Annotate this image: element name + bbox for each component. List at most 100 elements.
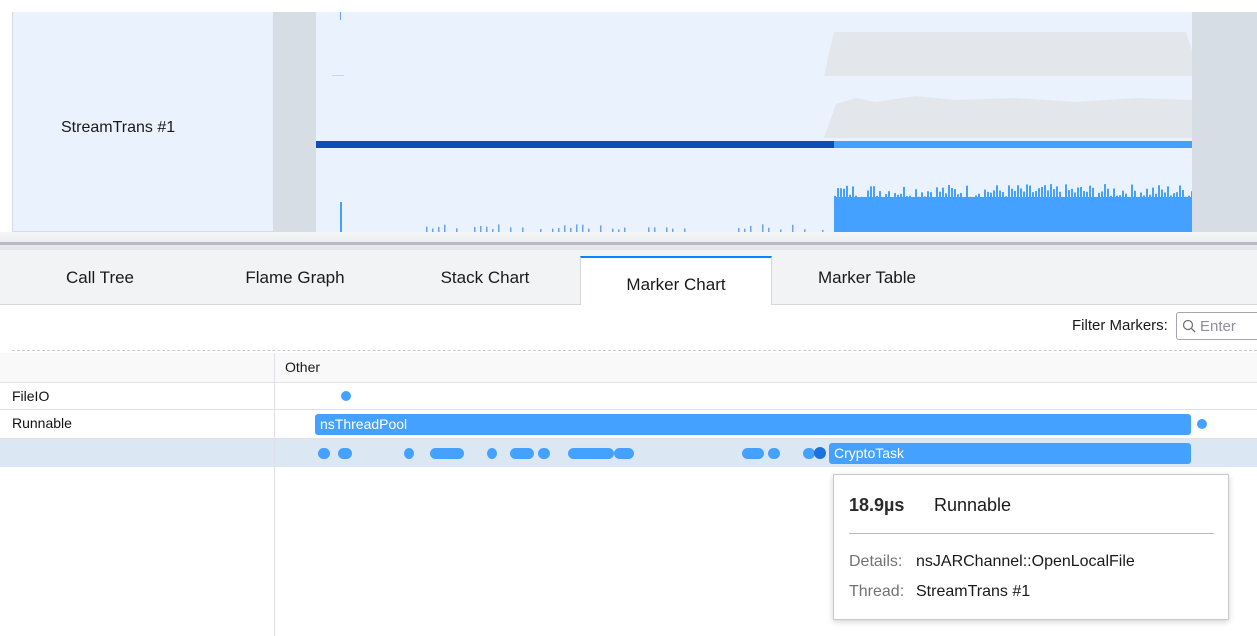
activity-dense-tick xyxy=(855,195,857,199)
tooltip-details-value: nsJARChannel::OpenLocalFile xyxy=(916,553,1135,570)
activity-dense-tick xyxy=(849,194,851,199)
activity-dense-tick xyxy=(1155,193,1157,199)
activity-dense-tick xyxy=(1137,197,1139,199)
track-line-dark xyxy=(316,141,834,148)
activity-noise-tick xyxy=(444,224,446,232)
activity-dense-tick xyxy=(1077,187,1079,199)
activity-dense-tick xyxy=(1173,193,1175,199)
activity-dense-tick xyxy=(861,196,863,199)
marker-tooltip: 18.9µs Runnable Details: nsJARChannel::O… xyxy=(833,474,1229,620)
activity-dense-tick xyxy=(1158,185,1160,199)
activity-dense-tick xyxy=(1092,187,1094,199)
marker-blob xyxy=(430,448,464,459)
track-label[interactable]: StreamTrans #1 xyxy=(61,119,175,137)
activity-dense-tick xyxy=(942,187,944,199)
tab-marker-table[interactable]: Marker Table xyxy=(772,250,962,305)
marker-blob xyxy=(742,448,764,459)
activity-dense-tick xyxy=(1014,191,1016,199)
tooltip-separator xyxy=(849,533,1214,534)
splitter-shadow xyxy=(0,242,1257,245)
activity-dense-tick xyxy=(1146,188,1148,199)
activity-dense-tick xyxy=(837,188,839,199)
activity-graph[interactable] xyxy=(316,12,1192,232)
panel-splitter[interactable] xyxy=(0,232,1257,250)
activity-dense-tick xyxy=(1026,184,1028,199)
activity-dense-tick xyxy=(930,192,932,199)
tab-flame-graph[interactable]: Flame Graph xyxy=(200,250,390,305)
search-icon xyxy=(1182,319,1196,333)
marker-bar-cryptotask xyxy=(829,443,1191,464)
activity-dense-tick xyxy=(1119,195,1121,199)
activity-noise-tick xyxy=(564,225,566,232)
activity-dense-tick xyxy=(834,195,836,199)
thread-track[interactable]: StreamTrans #1 xyxy=(0,0,1257,243)
activity-dense-tick xyxy=(918,196,920,199)
activity-dense-tick xyxy=(909,195,911,199)
activity-dense-tick xyxy=(1110,195,1112,199)
marker-blob xyxy=(614,448,634,459)
activity-dense-tick xyxy=(1086,191,1088,199)
activity-dense-tick xyxy=(852,186,854,199)
activity-noise-tick xyxy=(576,224,578,232)
activity-dense-tick xyxy=(1023,191,1025,199)
tooltip-marker-name: Runnable xyxy=(934,495,1012,515)
activity-dense-tick xyxy=(996,185,998,199)
tab-call-tree[interactable]: Call Tree xyxy=(0,250,200,305)
activity-dense-tick xyxy=(987,191,989,199)
activity-dense-tick xyxy=(894,193,896,199)
track-label-column[interactable]: StreamTrans #1 xyxy=(12,12,274,232)
activity-dense-tick xyxy=(945,193,947,199)
activity-dense-tick xyxy=(1080,187,1082,199)
activity-dense-tick xyxy=(840,188,842,199)
marker-blob xyxy=(768,448,780,459)
activity-dense-tick xyxy=(867,190,869,199)
activity-dense-tick xyxy=(903,186,905,199)
marker-dot xyxy=(1197,419,1207,429)
tooltip-duration: 18.9µs xyxy=(849,495,905,515)
activity-dense-tick xyxy=(948,184,950,199)
marker-blob xyxy=(338,448,352,459)
activity-dense-tick xyxy=(906,196,908,199)
activity-dense-tick xyxy=(924,196,926,199)
activity-dense-tick xyxy=(1059,191,1061,199)
activity-dense-tick xyxy=(1050,184,1052,199)
marker-blob xyxy=(568,448,614,459)
marker-dot xyxy=(341,391,351,401)
activity-dense-tick xyxy=(951,187,953,199)
marker-bar-nsthreadpool xyxy=(315,414,1191,435)
activity-dense-tick xyxy=(1083,190,1085,199)
cpu-area-shape xyxy=(824,32,1192,76)
activity-dense-tick xyxy=(1101,191,1103,199)
activity-dense-tick xyxy=(1020,188,1022,199)
activity-dense-tick xyxy=(990,192,992,199)
marker-blob xyxy=(803,448,815,459)
activity-dense-tick xyxy=(843,188,845,199)
activity-dense-tick xyxy=(1035,191,1037,199)
track-line-light xyxy=(834,141,1192,148)
marker-group-sub xyxy=(318,448,815,459)
tab-stack-chart[interactable]: Stack Chart xyxy=(390,250,580,305)
filter-bar: Filter Markers: Enter xyxy=(0,305,1257,347)
activity-dense-tick xyxy=(846,185,848,199)
tick-mark xyxy=(340,12,341,20)
activity-dense-tick xyxy=(876,195,878,199)
activity-dense-tick xyxy=(1176,192,1178,199)
activity-dense-tick xyxy=(960,192,962,199)
activity-dense-tick xyxy=(888,191,890,199)
activity-dense-tick xyxy=(1089,185,1091,199)
activity-dense-tick xyxy=(1170,195,1172,199)
activity-noise xyxy=(426,224,824,232)
activity-dense-tick xyxy=(1032,192,1034,199)
activity-dense-tick xyxy=(957,194,959,199)
activity-graph-svg xyxy=(316,12,1192,232)
activity-dense-fill xyxy=(834,197,1192,232)
activity-dense-tick xyxy=(864,197,866,199)
activity-dense-tick xyxy=(1149,194,1151,199)
tab-marker-chart[interactable]: Marker Chart xyxy=(580,256,772,312)
filter-markers-input[interactable]: Enter xyxy=(1176,312,1257,340)
activity-dense-tick xyxy=(885,194,887,199)
tooltip-details-key: Details: xyxy=(849,553,903,570)
activity-dense-tick xyxy=(870,186,872,199)
cpu-area-shape-2 xyxy=(824,96,1192,138)
activity-dense-tick xyxy=(1179,185,1181,199)
